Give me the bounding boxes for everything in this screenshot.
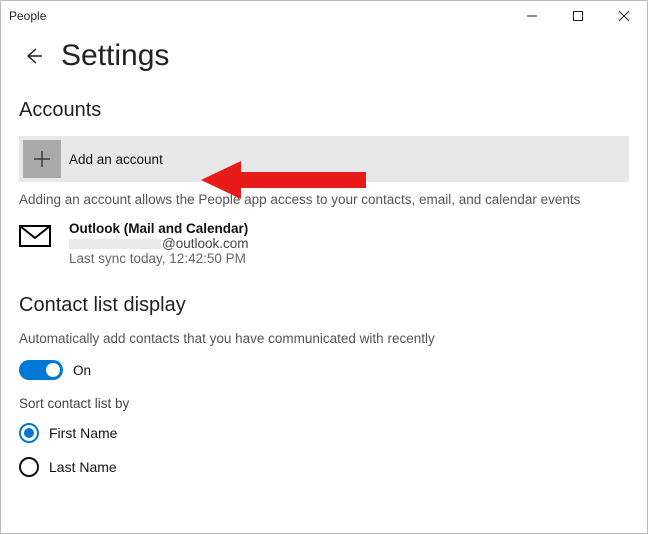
window-controls (509, 1, 647, 31)
contact-display-heading: Contact list display (19, 294, 629, 317)
redacted-username (69, 239, 161, 249)
page-title: Settings (61, 39, 169, 73)
account-item[interactable]: Outlook (Mail and Calendar) @outlook.com… (19, 221, 629, 266)
radio-label-first: First Name (49, 425, 117, 441)
accounts-heading: Accounts (19, 99, 629, 122)
radio-last-name[interactable]: Last Name (19, 457, 629, 477)
sort-by-label: Sort contact list by (19, 396, 629, 411)
account-title: Outlook (Mail and Calendar) (69, 221, 249, 236)
auto-add-description: Automatically add contacts that you have… (19, 331, 629, 346)
maximize-icon (573, 11, 583, 21)
add-account-label: Add an account (69, 152, 163, 167)
add-account-button[interactable]: Add an account (19, 136, 629, 182)
window-title: People (9, 9, 509, 23)
account-email: @outlook.com (69, 236, 249, 251)
content-area: Accounts Add an account Adding an accoun… (1, 99, 647, 477)
accounts-description: Adding an account allows the People app … (19, 192, 629, 207)
titlebar: People (1, 1, 647, 31)
plus-icon (23, 140, 61, 178)
account-texts: Outlook (Mail and Calendar) @outlook.com… (69, 221, 249, 266)
auto-add-toggle[interactable] (19, 360, 63, 380)
back-arrow-icon (22, 45, 44, 67)
radio-button (19, 457, 39, 477)
radio-first-name[interactable]: First Name (19, 423, 629, 443)
radio-label-last: Last Name (49, 459, 117, 475)
maximize-button[interactable] (555, 1, 601, 31)
page-header: Settings (1, 31, 647, 87)
back-button[interactable] (19, 42, 47, 70)
radio-button-selected (19, 423, 39, 443)
auto-add-toggle-row: On (19, 360, 629, 380)
toggle-state-label: On (73, 363, 91, 378)
account-last-sync: Last sync today, 12:42:50 PM (69, 251, 249, 266)
mail-icon (19, 223, 55, 251)
minimize-icon (527, 11, 537, 21)
close-icon (619, 11, 629, 21)
close-button[interactable] (601, 1, 647, 31)
minimize-button[interactable] (509, 1, 555, 31)
